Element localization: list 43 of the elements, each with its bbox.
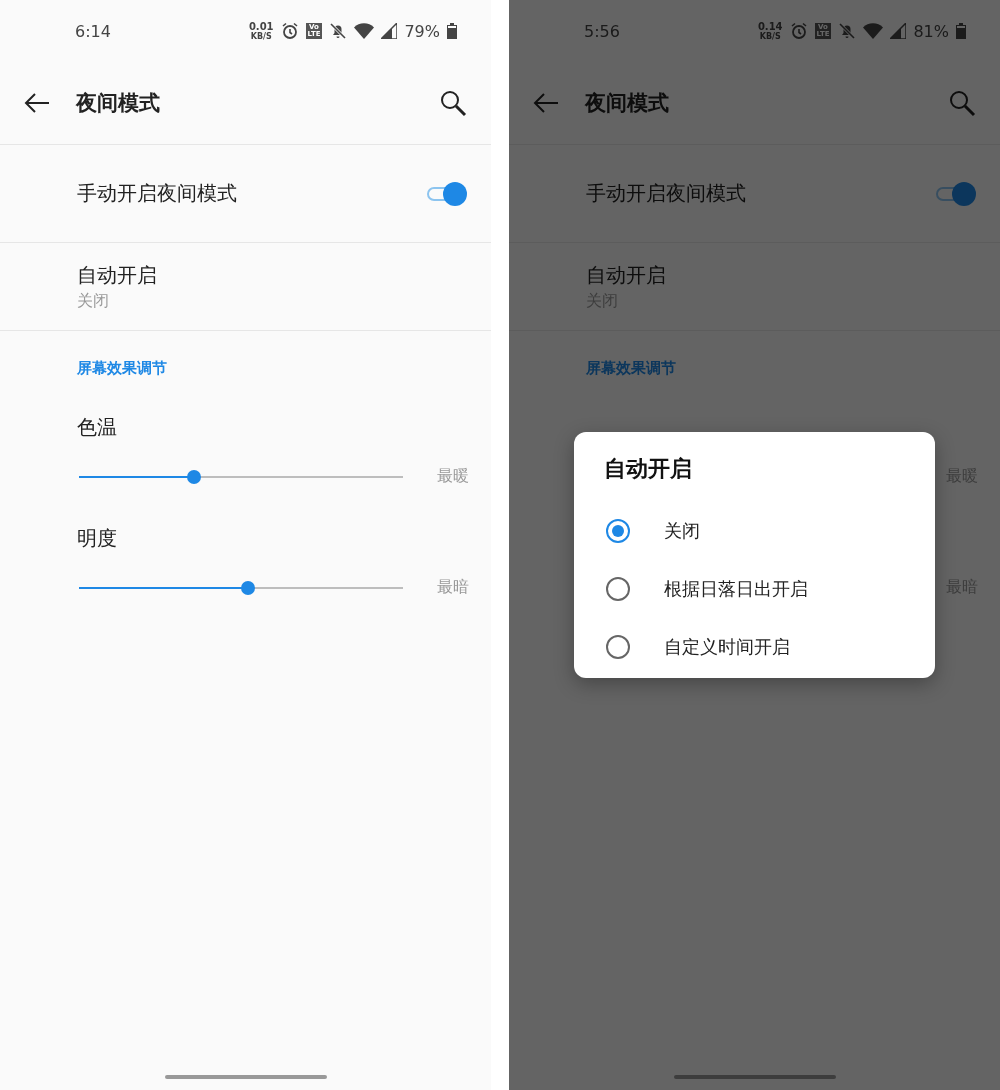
network-speed: 0.01 KB/S: [248, 21, 274, 41]
radio-option[interactable]: 自定义时间开启: [604, 618, 935, 676]
section-header: 屏幕效果调节: [585, 358, 677, 379]
signal-icon: [381, 23, 398, 39]
alarm-icon: [789, 22, 808, 40]
battery-percent: 81%: [913, 21, 949, 41]
radio-option[interactable]: 根据日落日出开启: [604, 560, 935, 618]
page-title: 夜间模式: [76, 90, 161, 117]
section-header: 屏幕效果调节: [76, 358, 168, 379]
radio-button[interactable]: [606, 577, 630, 601]
radio-button[interactable]: [606, 635, 630, 659]
status-time: 6:14: [75, 21, 111, 41]
battery-icon: [447, 23, 457, 39]
bell-muted-icon: [838, 22, 857, 40]
option-label: 关闭: [664, 519, 700, 543]
slider-label: 色温: [77, 414, 118, 441]
slider-label: 明度: [77, 525, 118, 552]
toggle-switch[interactable]: [936, 183, 974, 204]
back-arrow-icon[interactable]: [24, 93, 50, 113]
auto-setting-item[interactable]: 自动开启 关闭: [0, 243, 491, 331]
search-icon[interactable]: [439, 89, 467, 117]
status-time: 5:56: [584, 21, 620, 41]
radio-option[interactable]: 关闭: [604, 502, 935, 560]
signal-icon: [890, 23, 907, 39]
radio-button[interactable]: [606, 519, 630, 543]
dialog-title: 自动开启: [604, 455, 693, 483]
setting-label: 手动开启夜间模式: [77, 180, 237, 207]
slider-end-label: 最暗: [437, 577, 469, 598]
setting-label: 手动开启夜间模式: [586, 180, 746, 207]
wifi-icon: [863, 23, 884, 39]
wifi-icon: [354, 23, 375, 39]
battery-percent: 79%: [404, 21, 440, 41]
toggle-switch[interactable]: [427, 183, 465, 204]
network-speed: 0.14 KB/S: [757, 21, 783, 41]
bell-muted-icon: [329, 22, 348, 40]
slider-thumb[interactable]: [186, 469, 201, 484]
option-label: 根据日落日出开启: [664, 577, 808, 601]
battery-icon: [956, 23, 966, 39]
alarm-icon: [280, 22, 299, 40]
slider-thumb[interactable]: [241, 580, 255, 595]
option-label: 自定义时间开启: [664, 635, 790, 659]
slider-end-label: 最暖: [437, 466, 469, 487]
page-title: 夜间模式: [585, 90, 670, 117]
